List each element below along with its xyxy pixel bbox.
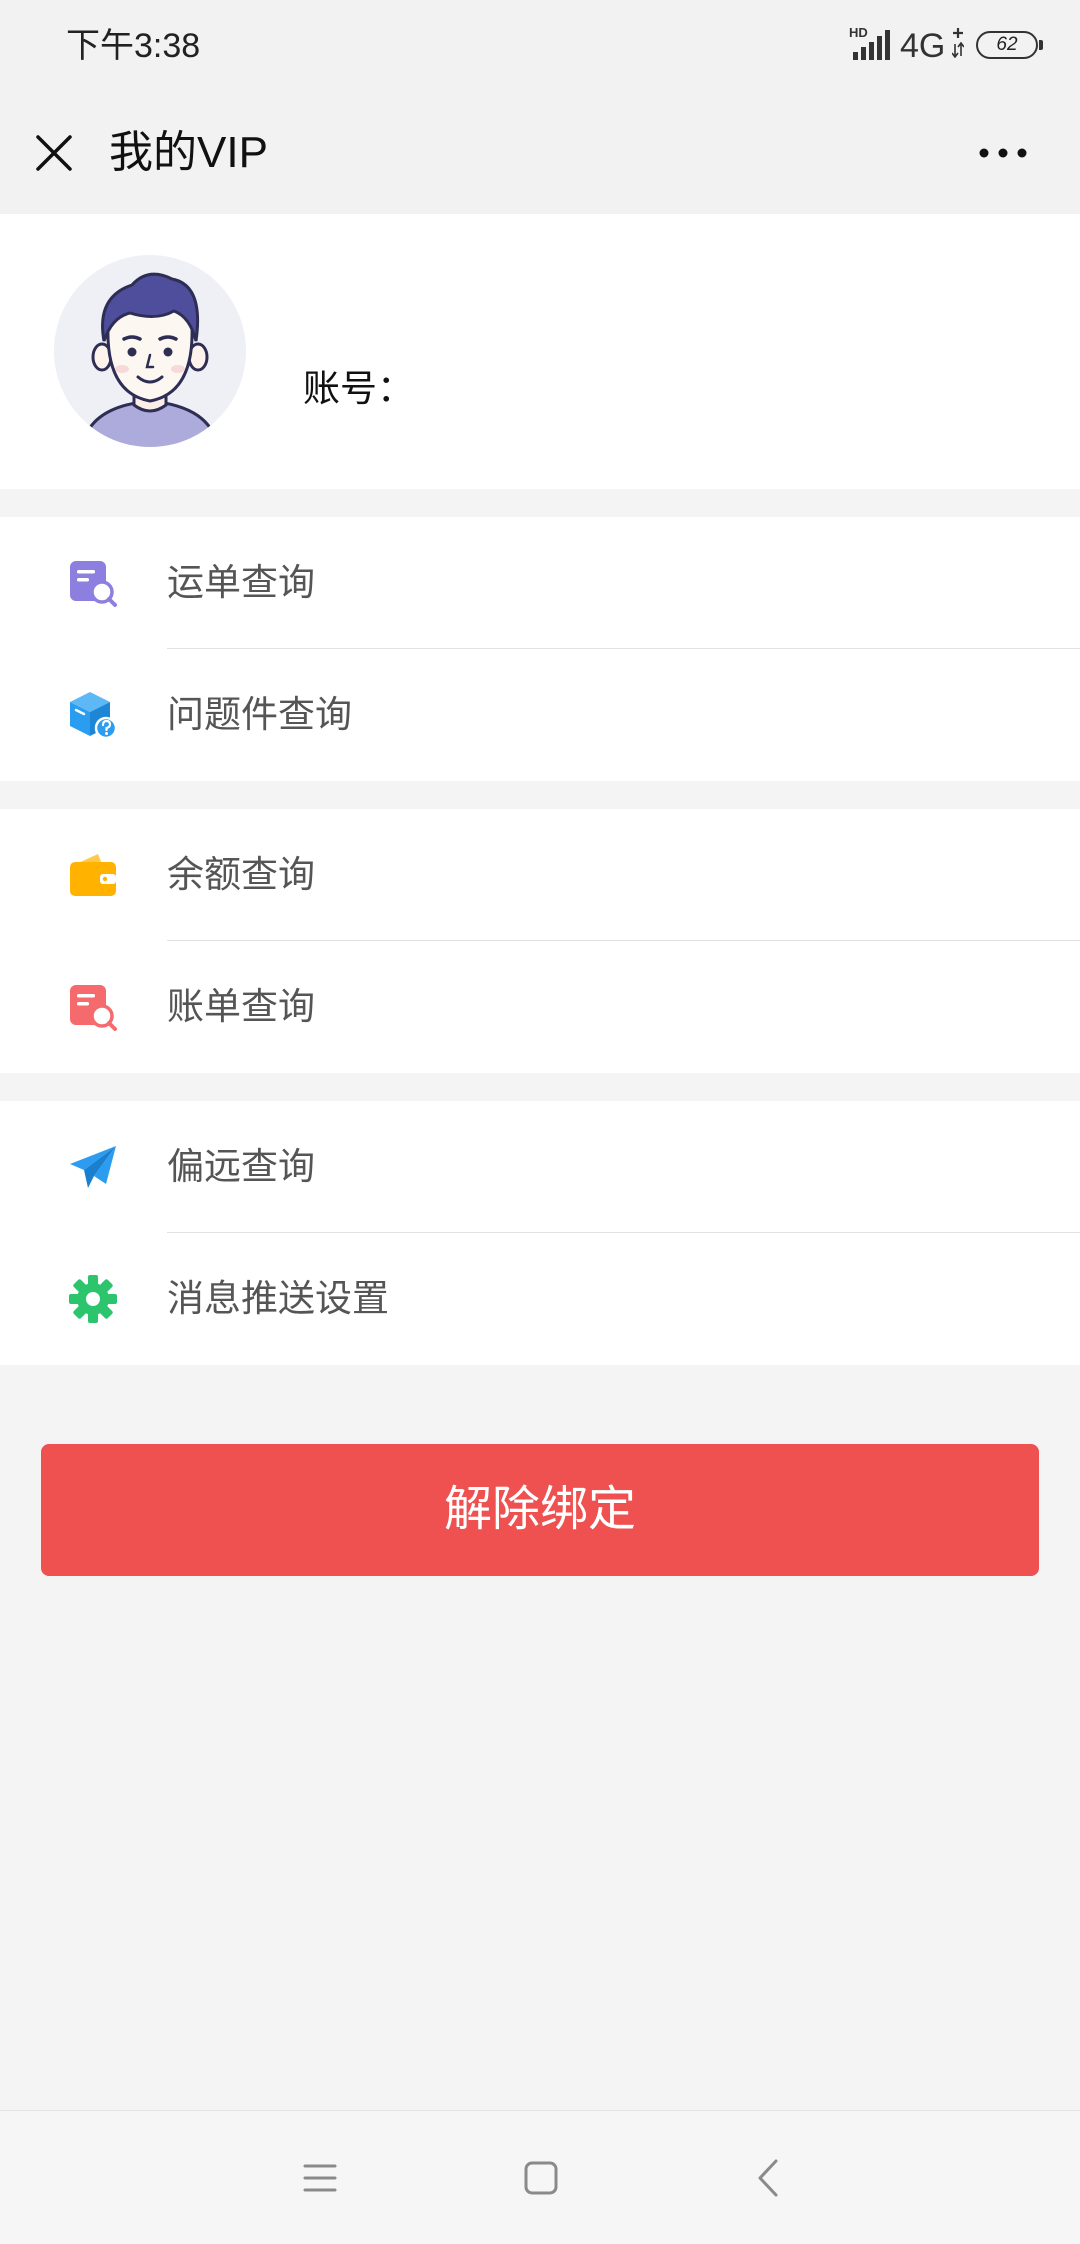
menu-item-problem-query[interactable]: 问题件查询 — [0, 649, 1080, 781]
status-bar: 下午3:38 HD 4G 62 — [0, 0, 1080, 92]
menu-group-finance: 余额查询 账单查询 — [0, 809, 1080, 1073]
nav-bar: 我的VIP — [0, 92, 1080, 214]
profile-card: 账号： — [0, 214, 1080, 489]
menu-item-balance-query[interactable]: 余额查询 — [0, 809, 1080, 941]
system-nav-bar — [0, 2110, 1080, 2244]
battery-level: 62 — [996, 34, 1018, 55]
paper-plane-icon — [70, 1146, 116, 1188]
gear-icon — [69, 1275, 117, 1323]
battery-icon: 62 — [976, 31, 1038, 59]
status-time: 下午3:38 — [66, 27, 201, 65]
menu-item-label: 问题件查询 — [167, 694, 352, 735]
problem-package-icon — [70, 692, 118, 740]
more-icon[interactable] — [972, 133, 1034, 173]
menu-item-remote-query[interactable]: 偏远查询 — [0, 1101, 1080, 1233]
page-title: 我的VIP — [109, 128, 268, 177]
menu-item-label: 消息推送设置 — [167, 1278, 389, 1319]
menu-item-label: 运单查询 — [167, 562, 315, 603]
close-icon[interactable] — [30, 129, 78, 177]
back-icon[interactable] — [746, 2155, 792, 2201]
waybill-search-icon — [70, 561, 117, 607]
network-arrows — [951, 28, 965, 60]
menu-item-push-settings[interactable]: 消息推送设置 — [0, 1233, 1080, 1365]
menu-group-settings: 偏远查询 消息推送设置 — [0, 1101, 1080, 1365]
avatar[interactable] — [54, 255, 246, 447]
home-icon[interactable] — [518, 2155, 564, 2201]
menu-group-query: 运单查询 问题件查询 — [0, 517, 1080, 781]
account-label: 账号： — [303, 368, 414, 409]
bill-search-icon — [70, 985, 117, 1031]
network-label: 4G — [900, 27, 946, 65]
signal-bars-icon — [853, 30, 890, 60]
network-activity-icon — [951, 28, 965, 59]
unbind-button[interactable]: 解除绑定 — [41, 1444, 1039, 1576]
menu-icon[interactable] — [297, 2155, 343, 2201]
wallet-icon — [70, 854, 116, 896]
menu-item-bill-query[interactable]: 账单查询 — [0, 941, 1080, 1073]
menu-item-waybill-query[interactable]: 运单查询 — [0, 517, 1080, 649]
menu-item-label: 偏远查询 — [167, 1146, 315, 1187]
battery-tip — [1039, 40, 1043, 50]
menu-item-label: 账单查询 — [167, 986, 315, 1027]
menu-item-label: 余额查询 — [167, 854, 315, 895]
